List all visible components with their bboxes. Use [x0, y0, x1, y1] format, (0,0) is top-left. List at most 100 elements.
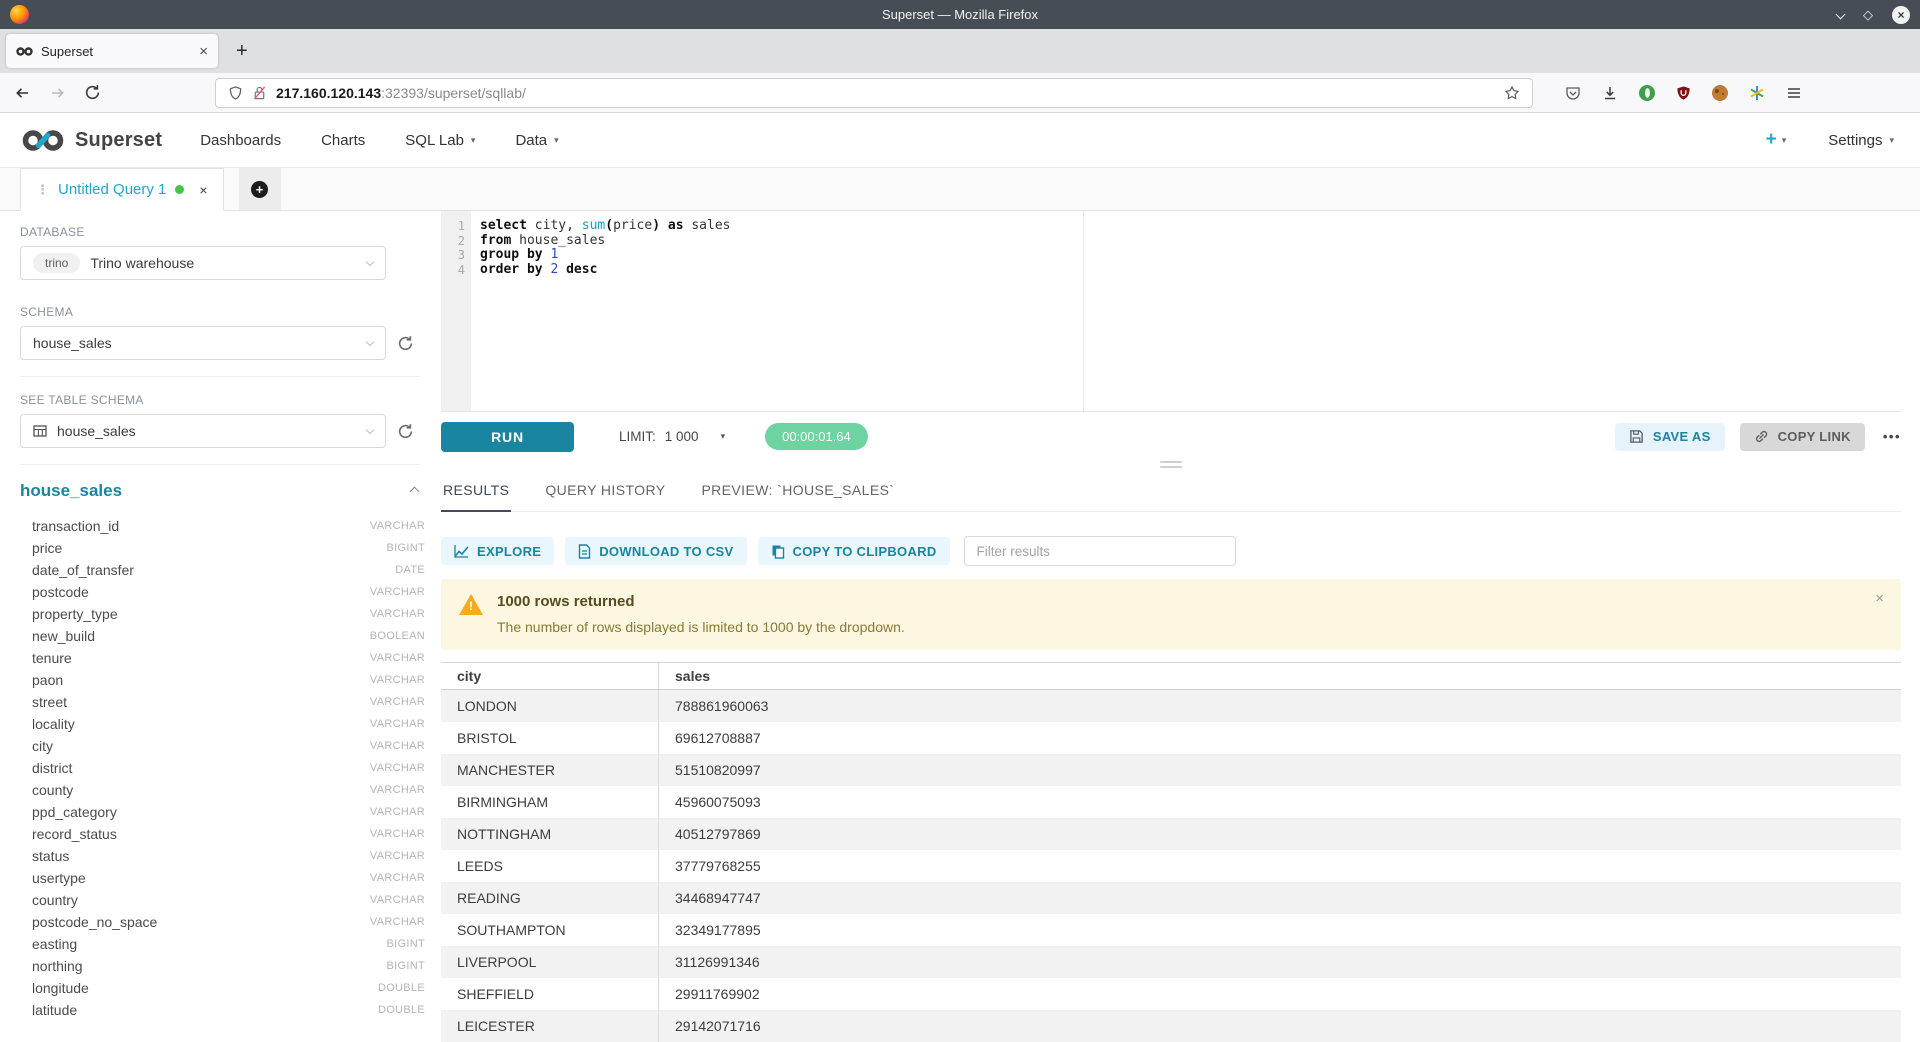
- new-tab-button[interactable]: +: [236, 40, 248, 63]
- nav-item-charts[interactable]: Charts: [321, 132, 365, 149]
- column-row[interactable]: countryVARCHAR: [20, 889, 425, 911]
- table-row[interactable]: BIRMINGHAM45960075093: [441, 786, 1901, 818]
- column-row[interactable]: postcode_no_spaceVARCHAR: [20, 911, 425, 933]
- column-row[interactable]: statusVARCHAR: [20, 845, 425, 867]
- asterisk-extension-icon[interactable]: [1749, 85, 1765, 101]
- window-minimize-icon[interactable]: [1836, 10, 1846, 20]
- forward-button[interactable]: [49, 85, 66, 101]
- column-row[interactable]: countyVARCHAR: [20, 779, 425, 801]
- filter-results-input[interactable]: [964, 536, 1236, 566]
- results-tab-query-history[interactable]: QUERY HISTORY: [543, 471, 667, 511]
- column-row[interactable]: record_statusVARCHAR: [20, 823, 425, 845]
- cell-sales: 45960075093: [659, 786, 1901, 818]
- insecure-lock-icon[interactable]: [252, 85, 267, 101]
- column-row[interactable]: tenureVARCHAR: [20, 647, 425, 669]
- downloads-icon[interactable]: [1602, 85, 1618, 101]
- column-row[interactable]: date_of_transferDATE: [20, 559, 425, 581]
- link-icon: [1754, 429, 1769, 444]
- header-cell-sales[interactable]: sales: [659, 663, 1901, 689]
- column-row[interactable]: latitudeDOUBLE: [20, 999, 425, 1021]
- schema-select[interactable]: house_sales: [20, 326, 386, 360]
- sql-token: from: [480, 233, 511, 248]
- sql-editor[interactable]: 1234 select city, sum(price) as salesfro…: [441, 211, 1901, 412]
- results-tab-results[interactable]: RESULTS: [441, 471, 511, 512]
- table-row[interactable]: LIVERPOOL31126991346: [441, 946, 1901, 978]
- column-row[interactable]: property_typeVARCHAR: [20, 603, 425, 625]
- editor-code[interactable]: select city, sum(price) as salesfrom hou…: [471, 211, 1901, 411]
- query-tab-row: ⋮ Untitled Query 1 × +: [0, 168, 1920, 211]
- add-new-button[interactable]: + ▾: [1766, 129, 1787, 151]
- cookie-extension-icon[interactable]: [1712, 85, 1728, 101]
- copy-link-button[interactable]: COPY LINK: [1740, 423, 1865, 451]
- resize-grip[interactable]: [441, 459, 1901, 469]
- download-to-csv-button[interactable]: DOWNLOAD TO CSV: [565, 537, 746, 565]
- column-row[interactable]: eastingBIGINT: [20, 933, 425, 955]
- column-row[interactable]: northingBIGINT: [20, 955, 425, 977]
- column-row[interactable]: paonVARCHAR: [20, 669, 425, 691]
- table-row[interactable]: MANCHESTER51510820997: [441, 754, 1901, 786]
- window-close-icon[interactable]: ×: [1892, 6, 1910, 24]
- query-tab[interactable]: ⋮ Untitled Query 1 ×: [20, 168, 224, 211]
- alert-close-icon[interactable]: ×: [1875, 590, 1884, 607]
- table-select[interactable]: house_sales: [20, 414, 386, 448]
- header-cell-city[interactable]: city: [441, 663, 659, 689]
- limit-dropdown[interactable]: LIMIT: 1 000 ▾: [619, 429, 725, 444]
- table-row[interactable]: SOUTHAMPTON32349177895: [441, 914, 1901, 946]
- refresh-table-icon[interactable]: [397, 423, 414, 440]
- window-maximize-icon[interactable]: ◇: [1863, 7, 1873, 23]
- ublock-extension-icon[interactable]: [1676, 85, 1691, 101]
- table-row[interactable]: BRISTOL69612708887: [441, 722, 1901, 754]
- copy-to-clipboard-button[interactable]: COPY TO CLIPBOARD: [758, 537, 950, 565]
- save-as-button[interactable]: SAVE AS: [1615, 423, 1725, 451]
- chevron-down-icon: [366, 337, 374, 345]
- nav-item-dashboards[interactable]: Dashboards: [200, 132, 281, 149]
- divider: [20, 464, 420, 465]
- pocket-icon[interactable]: [1565, 85, 1581, 101]
- run-button[interactable]: RUN: [441, 422, 574, 452]
- table-row[interactable]: LEEDS37779768255: [441, 850, 1901, 882]
- more-options-button[interactable]: •••: [1883, 429, 1901, 444]
- url-bar[interactable]: 217.160.120.143:32393/superset/sqllab/: [215, 78, 1533, 108]
- column-row[interactable]: new_buildBOOLEAN: [20, 625, 425, 647]
- column-row[interactable]: localityVARCHAR: [20, 713, 425, 735]
- explore-button[interactable]: EXPLORE: [441, 537, 554, 565]
- table-row[interactable]: NOTTINGHAM40512797869: [441, 818, 1901, 850]
- column-row[interactable]: usertypeVARCHAR: [20, 867, 425, 889]
- column-row[interactable]: transaction_idVARCHAR: [20, 515, 425, 537]
- drag-handle-icon[interactable]: ⋮: [36, 182, 49, 198]
- add-query-tab-button[interactable]: +: [239, 168, 281, 210]
- column-row[interactable]: ppd_categoryVARCHAR: [20, 801, 425, 823]
- column-row[interactable]: longitudeDOUBLE: [20, 977, 425, 999]
- table-name-heading[interactable]: house_sales: [20, 481, 122, 501]
- results-tab-preview-house-sales[interactable]: PREVIEW: `HOUSE_SALES`: [699, 471, 896, 511]
- nav-item-sql-lab[interactable]: SQL Lab▾: [405, 132, 475, 149]
- nav-item-data[interactable]: Data▾: [515, 132, 558, 149]
- superset-logo[interactable]: Superset: [20, 127, 162, 154]
- results-table-header[interactable]: citysales: [441, 662, 1901, 690]
- bookmark-star-icon[interactable]: [1504, 85, 1520, 101]
- menu-icon[interactable]: [1786, 85, 1802, 101]
- reload-button[interactable]: [84, 84, 101, 101]
- refresh-schema-icon[interactable]: [397, 335, 414, 352]
- url-text[interactable]: 217.160.120.143:32393/superset/sqllab/: [276, 85, 526, 101]
- database-select[interactable]: trino Trino warehouse: [20, 246, 386, 280]
- query-tab-close-icon[interactable]: ×: [199, 182, 207, 198]
- table-row[interactable]: LONDON788861960063: [441, 690, 1901, 722]
- shield-icon[interactable]: [228, 85, 243, 101]
- column-row[interactable]: priceBIGINT: [20, 537, 425, 559]
- table-row[interactable]: SHEFFIELD29911769902: [441, 978, 1901, 1010]
- table-row[interactable]: READING34468947747: [441, 882, 1901, 914]
- collapse-chevron-icon[interactable]: [410, 486, 420, 496]
- column-row[interactable]: districtVARCHAR: [20, 757, 425, 779]
- results-tabs: RESULTS QUERY HISTORY PREVIEW: `HOUSE_SALE…: [441, 471, 1901, 512]
- code-line: select city, sum(price) as sales: [480, 219, 1901, 234]
- back-button[interactable]: [14, 85, 31, 101]
- browser-tab-close-icon[interactable]: ×: [199, 43, 208, 60]
- column-row[interactable]: postcodeVARCHAR: [20, 581, 425, 603]
- column-row[interactable]: cityVARCHAR: [20, 735, 425, 757]
- column-row[interactable]: streetVARCHAR: [20, 691, 425, 713]
- table-row[interactable]: LEICESTER29142071716: [441, 1010, 1901, 1042]
- settings-menu[interactable]: Settings ▾: [1828, 132, 1894, 149]
- browser-tab[interactable]: Superset ×: [6, 34, 218, 68]
- green-extension-icon[interactable]: [1639, 85, 1655, 101]
